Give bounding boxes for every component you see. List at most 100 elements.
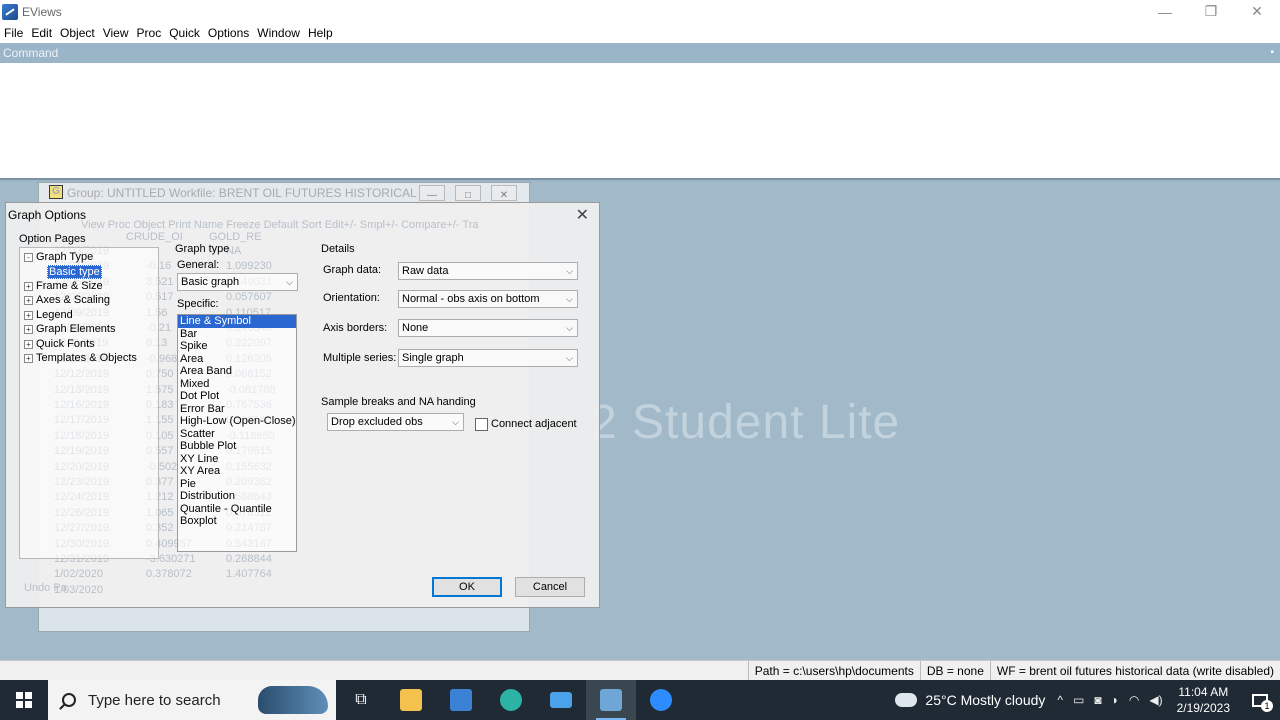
specific-list-item[interactable]: Quantile - Quantile (178, 503, 296, 516)
cancel-button[interactable]: Cancel (515, 577, 585, 597)
specific-list-item[interactable]: Pie (178, 478, 296, 491)
menu-quick[interactable]: Quick (165, 26, 204, 40)
weather-widget[interactable]: 25°C Mostly cloudy (892, 688, 1045, 708)
specific-list-item[interactable]: XY Area (178, 465, 296, 478)
connect-adjacent-checkbox[interactable] (475, 418, 488, 431)
specific-list-item[interactable]: Area Band (178, 365, 296, 378)
connect-adjacent-label: Connect adjacent (491, 418, 577, 430)
specific-label: Specific: (177, 298, 219, 310)
multiple-series-select[interactable]: Single graph ⌵ (398, 349, 578, 367)
expand-icon[interactable]: + (24, 310, 33, 320)
group-toolbar-ghost: View Proc Object Print Name Freeze Defau… (81, 219, 479, 231)
expand-icon[interactable]: + (24, 353, 33, 363)
menu-help[interactable]: Help (304, 26, 337, 40)
specific-list-item[interactable]: Dot Plot (178, 390, 296, 403)
specific-list-item[interactable]: Line & Symbol (178, 315, 296, 328)
tree-item-graph-type[interactable]: - Graph Type (24, 251, 93, 263)
chevron-down-icon: ⌵ (286, 277, 293, 287)
wifi-icon[interactable]: ◠ (1129, 693, 1139, 707)
general-select[interactable]: Basic graph ⌵ (177, 273, 298, 291)
chevron-down-icon: ⌵ (566, 323, 573, 333)
specific-list-item[interactable]: Distribution (178, 490, 296, 503)
volume-icon[interactable]: ◀) (1149, 693, 1162, 707)
graph-options-dialog: View Proc Object Print Name Freeze Defau… (5, 202, 600, 608)
axis-borders-label: Axis borders: (323, 322, 388, 334)
clock-time: 11:04 AM (1178, 685, 1229, 699)
group-table-cell: 1.407764 (226, 568, 272, 581)
windows-logo-icon (16, 692, 32, 708)
menu-file[interactable]: File (0, 26, 27, 40)
network-icon[interactable]: ◗ (1112, 693, 1119, 707)
specific-listbox[interactable]: Line & Symbol Bar Spike Area Area Band Mixed D… (177, 314, 297, 552)
expand-icon[interactable]: + (24, 339, 33, 349)
menu-proc[interactable]: Proc (133, 26, 166, 40)
menu-edit[interactable]: Edit (27, 26, 56, 40)
tree-item-frame-size[interactable]: + Frame & Size (24, 280, 103, 292)
orientation-label: Orientation: (323, 292, 380, 304)
menu-bar: File Edit Object View Proc Quick Options… (0, 23, 1280, 43)
close-button[interactable]: ✕ (1234, 0, 1280, 23)
status-workfile: WF = brent oil futures historical data (… (989, 660, 1280, 681)
menu-window[interactable]: Window (253, 26, 304, 40)
dialog-close-icon[interactable]: ✕ (576, 205, 589, 225)
chevron-up-icon[interactable]: ^ (1057, 693, 1063, 707)
tree-item-basic-type[interactable]: Basic type (47, 265, 102, 279)
specific-list-item[interactable]: Bar (178, 328, 296, 341)
start-button[interactable] (0, 680, 48, 720)
group-close-button[interactable]: ✕ (491, 185, 517, 201)
chevron-down-icon: ⌵ (566, 353, 573, 363)
command-input-area[interactable] (0, 63, 1280, 180)
expand-icon[interactable]: + (24, 281, 33, 291)
group-minimize-button[interactable]: — (419, 185, 445, 201)
tree-item-quick-fonts[interactable]: + Quick Fonts (24, 338, 95, 350)
restore-button[interactable]: ❐ (1188, 0, 1234, 23)
specific-list-item[interactable]: High-Low (Open-Close) (178, 415, 296, 428)
camera-icon[interactable]: ◙ (1094, 693, 1101, 707)
edge-browser-icon[interactable] (486, 680, 536, 720)
specific-list-item[interactable]: Error Bar (178, 403, 296, 416)
menu-options[interactable]: Options (204, 26, 253, 40)
specific-list-item[interactable]: Bubble Plot (178, 440, 296, 453)
mail-icon[interactable] (536, 680, 586, 720)
menu-object[interactable]: Object (56, 26, 99, 40)
option-pages-tree: - Graph Type Basic type + Frame & Size +… (19, 247, 159, 559)
specific-list-item[interactable]: XY Line (178, 453, 296, 466)
battery-icon[interactable]: ▭ (1073, 693, 1084, 707)
tree-item-templates-objects[interactable]: + Templates & Objects (24, 352, 137, 364)
search-placeholder: Type here to search (88, 691, 221, 709)
tree-item-legend[interactable]: + Legend (24, 309, 73, 321)
zoom-icon[interactable] (636, 680, 686, 720)
eviews-taskbar-icon[interactable] (586, 680, 636, 720)
menu-view[interactable]: View (99, 26, 133, 40)
group-table-cell: 1/02/2020 (54, 568, 103, 581)
axis-borders-select[interactable]: None ⌵ (398, 319, 578, 337)
orientation-select[interactable]: Normal - obs axis on bottom ⌵ (398, 290, 578, 308)
tree-item-axes-scaling[interactable]: + Axes & Scaling (24, 294, 110, 306)
tree-item-graph-elements[interactable]: + Graph Elements (24, 323, 115, 335)
minimize-button[interactable]: — (1142, 0, 1188, 23)
specific-list-item[interactable]: Mixed (178, 378, 296, 391)
group-maximize-button[interactable]: □ (455, 185, 481, 201)
microsoft-store-icon[interactable] (436, 680, 486, 720)
pin-icon[interactable]: ▪ (1270, 43, 1274, 63)
status-bar: Path = c:\users\hp\documents DB = none W… (0, 660, 1280, 681)
clock[interactable]: 11:04 AM 2/19/2023 (1177, 684, 1230, 716)
app-title: EViews (22, 4, 62, 19)
ok-button[interactable]: OK (432, 577, 502, 597)
expand-icon[interactable]: + (24, 324, 33, 334)
specific-list-item[interactable]: Boxplot (178, 515, 296, 528)
taskbar-search[interactable]: Type here to search (48, 680, 336, 720)
sample-breaks-select[interactable]: Drop excluded obs ⌵ (327, 413, 464, 431)
graph-data-select[interactable]: Raw data ⌵ (398, 262, 578, 280)
specific-list-item[interactable]: Spike (178, 340, 296, 353)
collapse-icon[interactable]: - (24, 252, 33, 262)
expand-icon[interactable]: + (24, 295, 33, 305)
task-view-icon[interactable]: ⧉ (336, 680, 386, 720)
notification-center-button[interactable]: 1 (1240, 680, 1280, 720)
file-explorer-icon[interactable] (386, 680, 436, 720)
option-pages-label: Option Pages (19, 233, 86, 245)
details-label: Details (321, 243, 355, 255)
undo-ghost: Undo Pa (24, 582, 67, 594)
specific-list-item[interactable]: Scatter (178, 428, 296, 441)
specific-list-item[interactable]: Area (178, 353, 296, 366)
